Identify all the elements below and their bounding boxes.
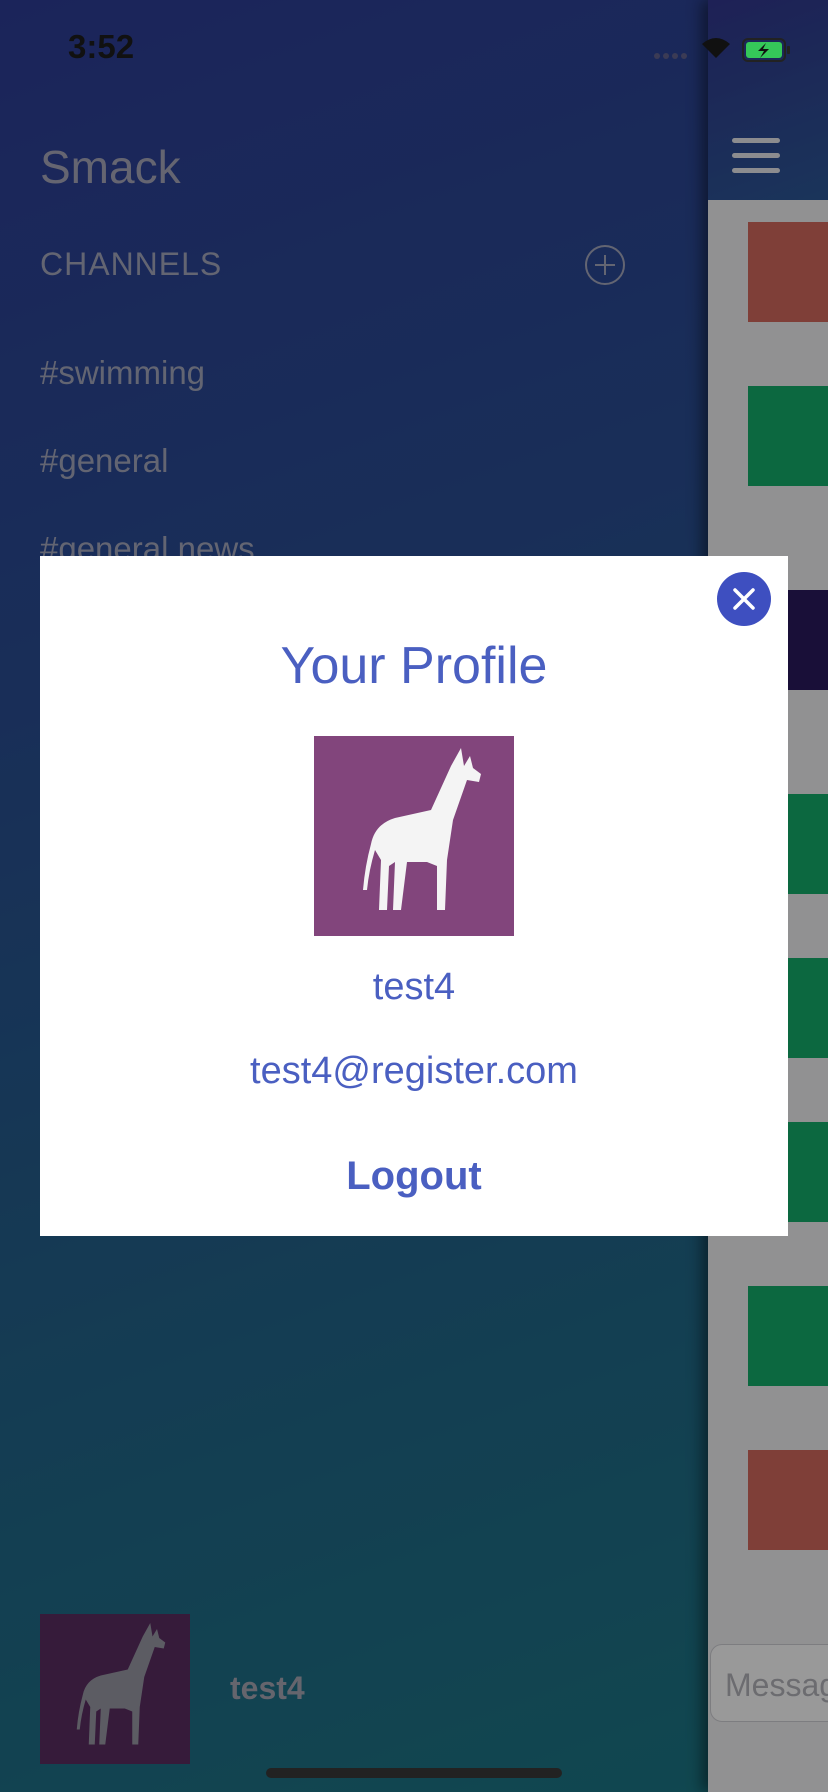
close-button[interactable] xyxy=(717,572,771,626)
profile-title: Your Profile xyxy=(280,637,548,695)
close-icon xyxy=(733,588,755,610)
profile-modal: Your Profile test4 test4@register.com Lo… xyxy=(40,556,788,1236)
home-indicator xyxy=(266,1768,562,1778)
wifi-icon xyxy=(702,38,730,58)
cellular-signal-icon xyxy=(654,44,690,63)
profile-username: test4 xyxy=(372,966,456,1008)
profile-avatar xyxy=(314,736,514,936)
status-time: 3:52 xyxy=(68,28,135,65)
profile-email: test4@register.com xyxy=(250,1050,578,1092)
battery-icon xyxy=(742,38,790,62)
giraffe-icon xyxy=(363,748,481,910)
logout-button[interactable]: Logout xyxy=(314,1146,514,1206)
